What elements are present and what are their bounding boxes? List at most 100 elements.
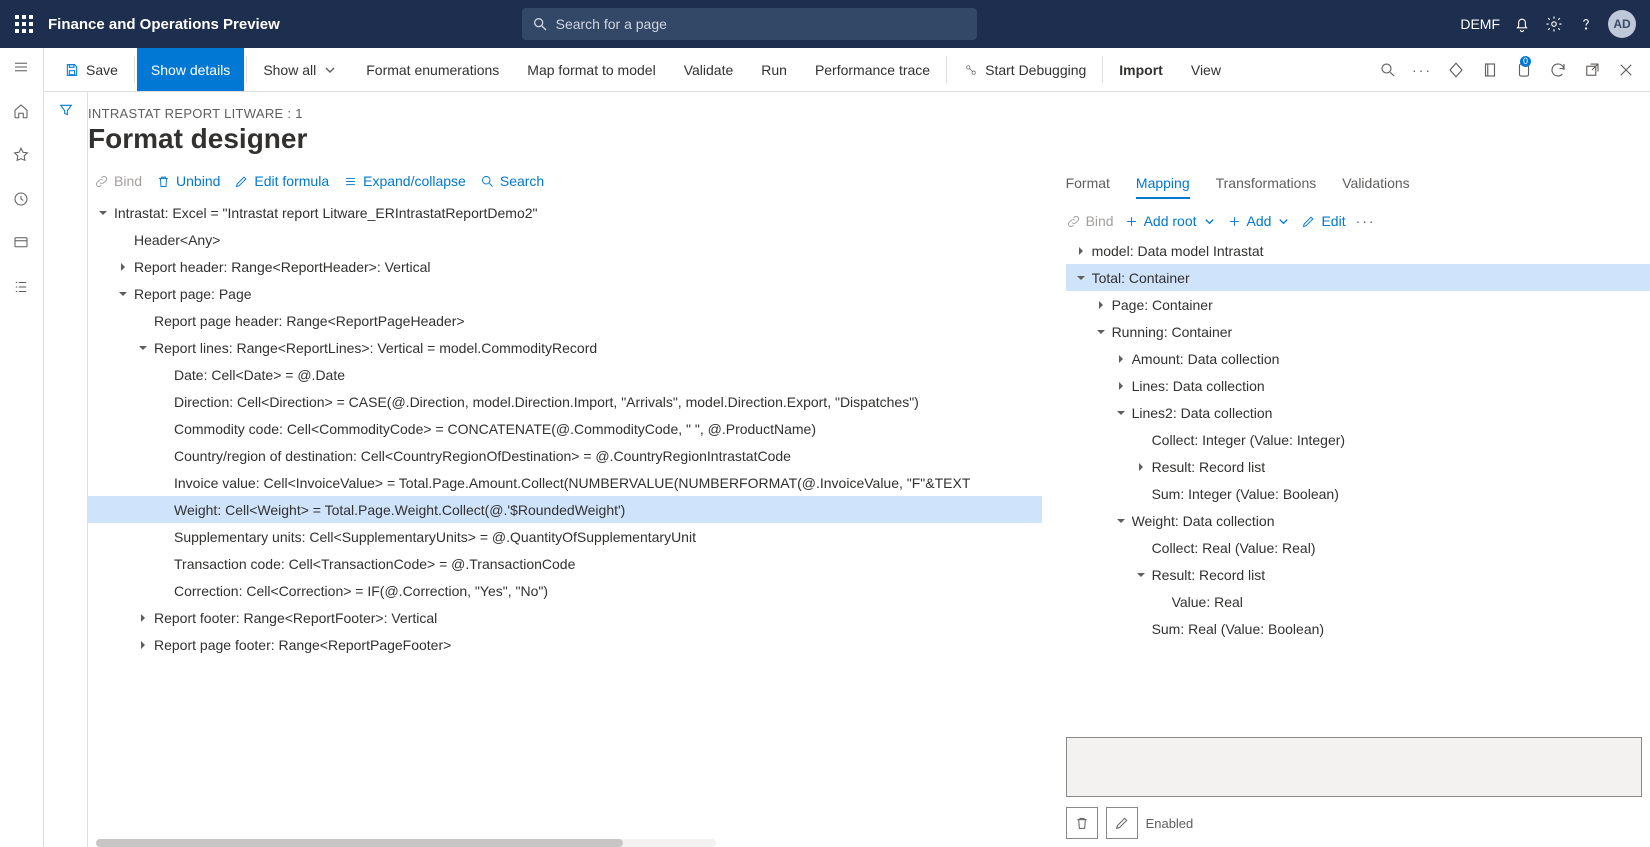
mapping-tree[interactable]: model: Data model IntrastatTotal: Contai… — [1066, 237, 1650, 729]
edit-formula-button[interactable]: Edit formula — [234, 173, 329, 189]
tree-node[interactable]: Direction: Cell<Direction> = CASE(@.Dire… — [88, 388, 1042, 415]
collapse-icon[interactable] — [116, 287, 130, 301]
perf-trace-button[interactable]: Performance trace — [801, 48, 944, 91]
collapse-icon[interactable] — [1094, 325, 1108, 339]
show-all-button[interactable]: Show all — [249, 48, 352, 91]
tree-node[interactable]: Report page: Page — [88, 280, 1042, 307]
run-button[interactable]: Run — [747, 48, 801, 91]
save-button[interactable]: Save — [50, 48, 132, 91]
edit-formula-right-button[interactable] — [1106, 807, 1138, 839]
tree-node[interactable]: Country/region of destination: Cell<Coun… — [88, 442, 1042, 469]
collapse-icon[interactable] — [96, 206, 110, 220]
expand-icon[interactable] — [136, 638, 150, 652]
tree-node[interactable]: Report footer: Range<ReportFooter>: Vert… — [88, 604, 1042, 631]
expand-icon[interactable] — [1114, 352, 1128, 366]
tree-node[interactable]: Transaction code: Cell<TransactionCode> … — [88, 550, 1042, 577]
tab-format[interactable]: Format — [1066, 175, 1110, 199]
attachments-icon[interactable]: 0 — [1514, 60, 1534, 80]
tree-node[interactable]: Result: Record list — [1066, 453, 1650, 480]
refresh-icon[interactable] — [1548, 60, 1568, 80]
tree-node[interactable]: Weight: Data collection — [1066, 507, 1650, 534]
home-icon[interactable] — [12, 102, 32, 122]
waffle-icon[interactable] — [8, 8, 40, 40]
tree-node[interactable]: Weight: Cell<Weight> = Total.Page.Weight… — [88, 496, 1042, 523]
gear-icon[interactable] — [1544, 14, 1564, 34]
tree-node[interactable]: Date: Cell<Date> = @.Date — [88, 361, 1042, 388]
tab-transformations[interactable]: Transformations — [1216, 175, 1317, 199]
start-debugging-button[interactable]: Start Debugging — [949, 48, 1100, 91]
validate-button[interactable]: Validate — [670, 48, 748, 91]
expand-icon[interactable] — [116, 260, 130, 274]
company-code[interactable]: DEMF — [1460, 16, 1500, 32]
global-search[interactable]: Search for a page — [522, 8, 977, 40]
collapse-icon[interactable] — [136, 341, 150, 355]
collapse-icon[interactable] — [1134, 568, 1148, 582]
tree-node[interactable]: Sum: Integer (Value: Boolean) — [1066, 480, 1650, 507]
bell-icon[interactable] — [1512, 14, 1532, 34]
expand-icon[interactable] — [1074, 244, 1088, 258]
office-icon[interactable] — [1480, 60, 1500, 80]
bind-button[interactable]: Bind — [94, 173, 142, 189]
tree-node[interactable]: Collect: Real (Value: Real) — [1066, 534, 1650, 561]
tree-node[interactable]: Value: Real — [1066, 588, 1650, 615]
avatar[interactable]: AD — [1608, 10, 1636, 38]
help-icon[interactable] — [1576, 14, 1596, 34]
tab-validations[interactable]: Validations — [1342, 175, 1409, 199]
hamburger-icon[interactable] — [12, 58, 32, 78]
tree-node[interactable]: Report header: Range<ReportHeader>: Vert… — [88, 253, 1042, 280]
modules-icon[interactable] — [12, 278, 32, 298]
popout-icon[interactable] — [1582, 60, 1602, 80]
view-button[interactable]: View — [1177, 48, 1235, 91]
tree-node[interactable]: Lines2: Data collection — [1066, 399, 1650, 426]
scrollbar[interactable] — [96, 839, 716, 847]
tree-node[interactable]: Report page header: Range<ReportPageHead… — [88, 307, 1042, 334]
tree-node[interactable]: Lines: Data collection — [1066, 372, 1650, 399]
recent-icon[interactable] — [12, 190, 32, 210]
edit-button[interactable]: Edit — [1301, 213, 1345, 229]
tree-node[interactable]: Invoice value: Cell<InvoiceValue> = Tota… — [88, 469, 1042, 496]
tree-node[interactable]: model: Data model Intrastat — [1066, 237, 1650, 264]
collapse-icon[interactable] — [1074, 271, 1088, 285]
expand-icon[interactable] — [1094, 298, 1108, 312]
add-button[interactable]: Add — [1227, 213, 1292, 229]
import-button[interactable]: Import — [1105, 48, 1177, 91]
show-details-button[interactable]: Show details — [137, 48, 244, 91]
tree-node[interactable]: Report page footer: Range<ReportPageFoot… — [88, 631, 1042, 658]
tree-node[interactable]: Collect: Integer (Value: Integer) — [1066, 426, 1650, 453]
tree-node[interactable]: Intrastat: Excel = "Intrastat report Lit… — [88, 199, 1042, 226]
tree-node[interactable]: Result: Record list — [1066, 561, 1650, 588]
funnel-icon[interactable] — [58, 102, 74, 847]
more-icon[interactable]: ··· — [1412, 60, 1432, 80]
workspace-icon[interactable] — [12, 234, 32, 254]
formula-textarea[interactable] — [1066, 737, 1642, 797]
collapse-icon[interactable] — [1114, 514, 1128, 528]
diamond-icon[interactable] — [1446, 60, 1466, 80]
collapse-icon[interactable] — [1114, 406, 1128, 420]
expand-collapse-button[interactable]: Expand/collapse — [343, 173, 466, 189]
close-icon[interactable] — [1616, 60, 1636, 80]
add-root-button[interactable]: Add root — [1124, 213, 1217, 229]
tree-node[interactable]: Header<Any> — [88, 226, 1042, 253]
tree-node[interactable]: Correction: Cell<Correction> = IF(@.Corr… — [88, 577, 1042, 604]
expand-icon[interactable] — [136, 611, 150, 625]
tree-node[interactable]: Sum: Real (Value: Boolean) — [1066, 615, 1650, 642]
more-right-icon[interactable]: ··· — [1356, 213, 1376, 229]
tab-mapping[interactable]: Mapping — [1136, 175, 1190, 199]
tree-node[interactable]: Amount: Data collection — [1066, 345, 1650, 372]
map-format-button[interactable]: Map format to model — [513, 48, 669, 91]
tree-node[interactable]: Supplementary units: Cell<SupplementaryU… — [88, 523, 1042, 550]
unbind-button[interactable]: Unbind — [156, 173, 220, 189]
tree-node[interactable]: Running: Container — [1066, 318, 1650, 345]
star-icon[interactable] — [12, 146, 32, 166]
tree-node[interactable]: Report lines: Range<ReportLines>: Vertic… — [88, 334, 1042, 361]
format-tree[interactable]: Intrastat: Excel = "Intrastat report Lit… — [88, 199, 1042, 835]
search-command-icon[interactable] — [1378, 60, 1398, 80]
tree-node[interactable]: Commodity code: Cell<CommodityCode> = CO… — [88, 415, 1042, 442]
tree-node[interactable]: Page: Container — [1066, 291, 1650, 318]
expand-icon[interactable] — [1134, 460, 1148, 474]
search-tree-button[interactable]: Search — [480, 173, 544, 189]
expand-icon[interactable] — [1114, 379, 1128, 393]
bind-right-button[interactable]: Bind — [1066, 213, 1114, 229]
delete-formula-button[interactable] — [1066, 807, 1098, 839]
tree-node[interactable]: Total: Container — [1066, 264, 1650, 291]
